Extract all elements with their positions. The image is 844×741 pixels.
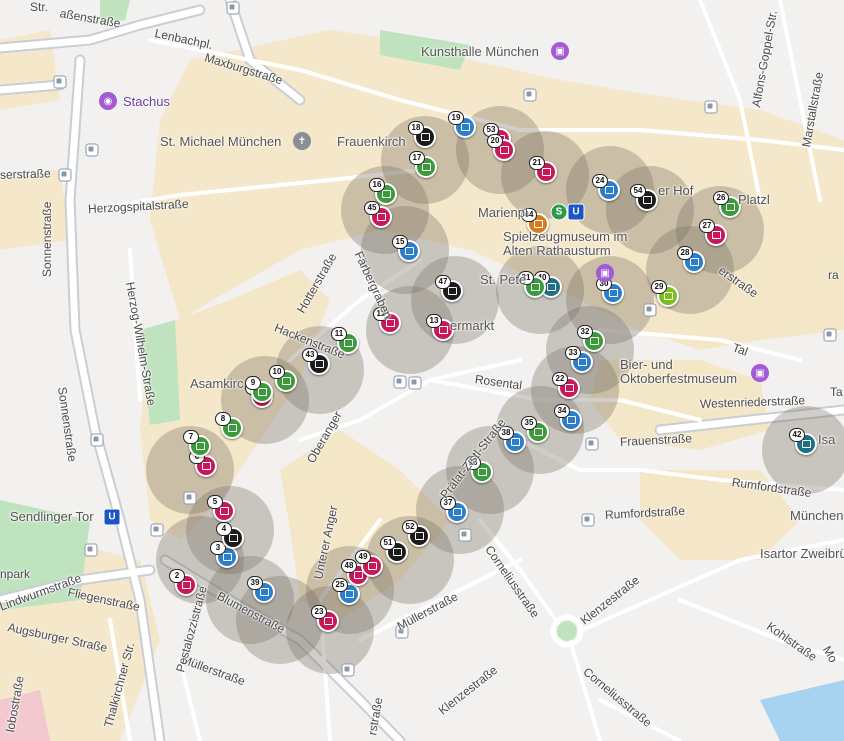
street-label: München,: [790, 508, 844, 523]
marker-number-badge: 11: [331, 327, 347, 341]
street-label: Ta: [830, 385, 843, 399]
street-label: ra: [828, 268, 839, 282]
marker-number-badge: 51: [380, 536, 396, 550]
marker-number-badge: 35: [521, 416, 537, 430]
bus-stop-icon[interactable]: [85, 143, 99, 157]
marker-number-badge: 9: [245, 376, 261, 390]
place-label[interactable]: er Hof: [658, 183, 693, 198]
marker-number-badge: 26: [713, 191, 729, 205]
marker-number-badge: 42: [789, 428, 805, 442]
place-label[interactable]: Sendlinger Tor: [10, 509, 94, 524]
bus-stop-icon[interactable]: [183, 491, 197, 505]
bus-stop-icon[interactable]: [643, 303, 657, 317]
marker-number-badge: 34: [554, 404, 570, 418]
marker-number-badge: 10: [269, 365, 285, 379]
marker-number-badge: 45: [364, 201, 380, 215]
camera-icon[interactable]: ◉: [99, 92, 117, 110]
bus-stop-icon[interactable]: [226, 1, 240, 15]
marker-number-badge: 22: [552, 372, 568, 386]
bus-stop-icon[interactable]: [393, 375, 407, 389]
bus-stop-icon[interactable]: [523, 88, 537, 102]
street-label: ermarkt: [450, 318, 495, 333]
marker-number-badge: 8: [215, 412, 231, 426]
marker-number-badge: 33: [565, 346, 581, 360]
marker-number-badge: 21: [529, 156, 545, 170]
bus-stop-icon[interactable]: [341, 663, 355, 677]
place-label[interactable]: Bier- und Oktoberfestmuseum: [620, 358, 750, 386]
marker-number-badge: 28: [677, 246, 693, 260]
marker-number-badge: 25: [332, 578, 348, 592]
marker-number-badge: 32: [577, 325, 593, 339]
place-label[interactable]: Kunsthalle München: [421, 44, 539, 59]
bus-stop-icon[interactable]: [53, 75, 67, 89]
marker-number-badge: 54: [630, 184, 646, 198]
marker-number-badge: 47: [435, 275, 451, 289]
bus-stop-icon[interactable]: [84, 543, 98, 557]
bus-stop-icon[interactable]: [408, 376, 422, 390]
museum-icon[interactable]: ▣: [551, 42, 569, 60]
ubahn-icon[interactable]: U: [103, 508, 121, 526]
marker-number-badge: 17: [409, 151, 425, 165]
marker-number-badge: 48: [341, 559, 357, 573]
marker-number-badge: 13: [426, 314, 442, 328]
bus-stop-icon[interactable]: [458, 528, 472, 542]
marker-number-badge: 49: [355, 550, 371, 564]
marker-number-badge: 52: [402, 520, 418, 534]
street-label: Platzl: [738, 192, 770, 207]
marker-number-badge: 4: [216, 522, 232, 536]
museum-icon[interactable]: ▣: [751, 364, 769, 382]
ubahn-icon[interactable]: U: [567, 203, 585, 221]
street-label: Str.: [30, 0, 49, 14]
place-label[interactable]: St. Pete: [480, 272, 526, 287]
marker-number-badge: 5: [207, 495, 223, 509]
map-canvas[interactable]: 2345678101112131516171819212223242526272…: [0, 0, 844, 741]
marker-number-badge: 24: [592, 174, 608, 188]
street-label: Isartor Zweibrüc: [760, 546, 844, 561]
street-label: Sonnenstraße: [40, 201, 54, 277]
street-label: serstraße: [0, 166, 51, 182]
marker-number-badge: 7: [183, 430, 199, 444]
bus-stop-icon[interactable]: [150, 523, 164, 537]
bus-stop-icon[interactable]: [58, 168, 72, 182]
bus-stop-icon[interactable]: [823, 328, 837, 342]
street-label: npark: [0, 567, 31, 581]
marker-number-badge: 19: [448, 111, 464, 125]
marker-number-badge: 2: [169, 569, 185, 583]
bus-stop-icon[interactable]: [581, 513, 595, 527]
street-label: Isa: [818, 432, 836, 447]
marker-number-badge: 29: [651, 280, 667, 294]
place-label[interactable]: Stachus: [123, 94, 170, 109]
bus-stop-icon[interactable]: [90, 433, 104, 447]
sbahn-icon[interactable]: S: [550, 203, 568, 221]
marker-number-badge: 20: [487, 134, 503, 148]
marker-number-badge: 23: [311, 605, 327, 619]
place-label[interactable]: Asamkirc: [190, 376, 243, 391]
marker-number-badge: 16: [369, 178, 385, 192]
bus-stop-icon[interactable]: [585, 437, 599, 451]
church-icon[interactable]: ✝: [293, 132, 311, 150]
place-label[interactable]: Marienpl: [478, 205, 528, 220]
place-label[interactable]: Spielzeugmuseum im Alten Rathausturm: [503, 230, 643, 258]
marker-number-badge: 18: [408, 121, 424, 135]
marker-number-badge: 39: [247, 576, 263, 590]
bus-stop-icon[interactable]: [704, 100, 718, 114]
museum-icon[interactable]: ▣: [596, 264, 614, 282]
place-label[interactable]: St. Michael München: [160, 134, 281, 149]
marker-number-badge: 15: [392, 235, 408, 249]
marker-number-badge: 27: [699, 219, 715, 233]
place-label[interactable]: Frauenkirch: [337, 134, 406, 149]
